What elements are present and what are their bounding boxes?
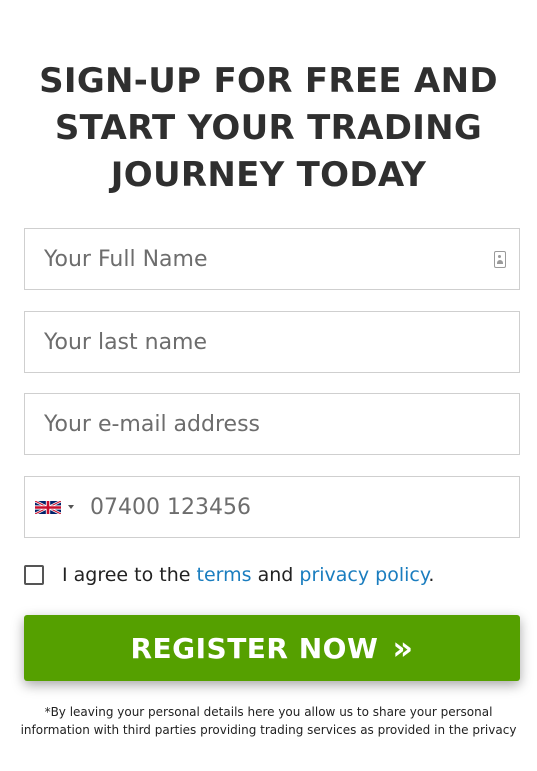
full-name-field	[24, 228, 520, 290]
contact-card-icon[interactable]	[494, 251, 506, 268]
country-code-dropdown[interactable]	[35, 477, 74, 537]
title-line-1: SIGN-UP FOR FREE AND	[39, 61, 498, 101]
privacy-policy-link[interactable]: privacy policy	[299, 564, 428, 586]
title-line-2: START YOUR TRADING	[54, 108, 483, 148]
terms-link[interactable]: terms	[197, 564, 252, 586]
last-name-field	[24, 311, 520, 373]
last-name-input[interactable]	[25, 312, 519, 372]
email-input[interactable]	[25, 394, 519, 454]
email-field	[24, 393, 520, 455]
disclaimer-line-2: information with third parties providing…	[20, 723, 517, 737]
consent-prefix: I agree to the	[62, 564, 191, 586]
phone-input[interactable]	[25, 477, 519, 537]
chevron-down-icon	[68, 505, 74, 509]
consent-and: and	[257, 564, 294, 586]
double-chevron-right-icon: »	[392, 629, 414, 667]
consent-row: I agree to the terms and privacy policy.	[24, 560, 434, 590]
consent-suffix: .	[428, 564, 435, 586]
title-line-3: JOURNEY TODAY	[110, 155, 427, 195]
consent-text: I agree to the terms and privacy policy.	[62, 564, 434, 586]
uk-flag-icon	[35, 500, 61, 514]
agree-checkbox[interactable]	[24, 565, 44, 585]
phone-field	[24, 476, 520, 538]
page-title: SIGN-UP FOR FREE AND START YOUR TRADING …	[0, 58, 537, 199]
disclaimer-line-1: *By leaving your personal details here y…	[44, 705, 493, 719]
register-now-button[interactable]: REGISTER NOW »	[24, 615, 520, 681]
full-name-input[interactable]	[25, 229, 519, 289]
register-button-label: REGISTER NOW	[130, 631, 379, 665]
privacy-disclaimer: *By leaving your personal details here y…	[14, 703, 523, 739]
signup-panel: SIGN-UP FOR FREE AND START YOUR TRADING …	[0, 0, 537, 771]
